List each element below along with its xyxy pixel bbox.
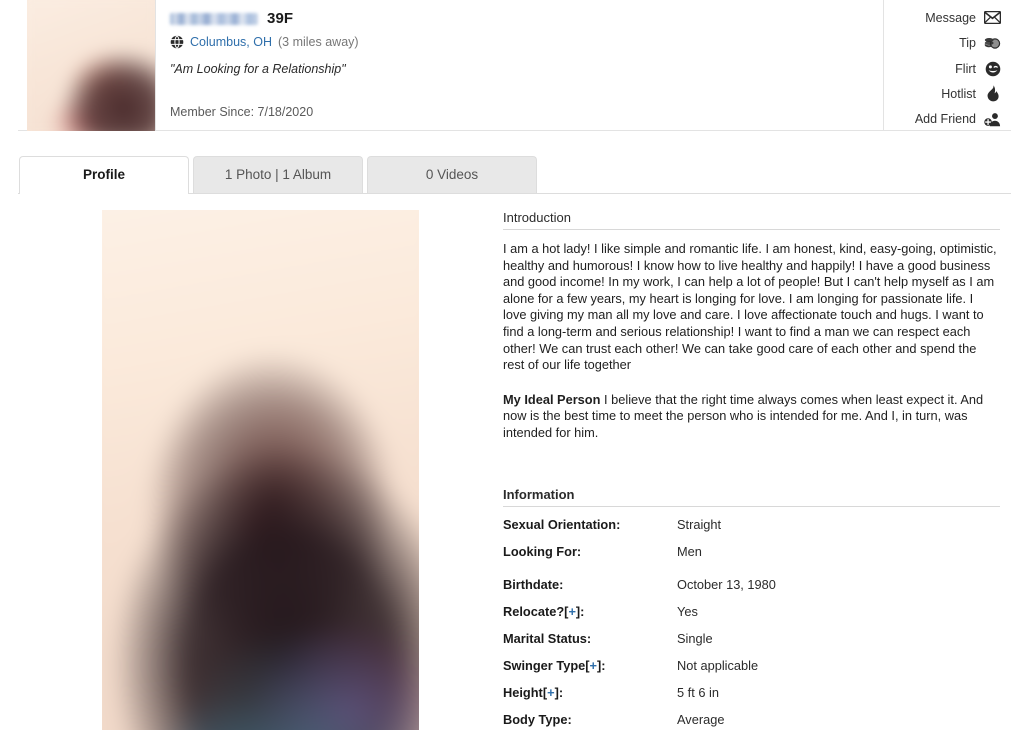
flame-icon[interactable] <box>984 85 1001 102</box>
info-key: Relocate?[+]: <box>503 604 677 619</box>
info-value: October 13, 1980 <box>677 576 776 592</box>
envelope-icon[interactable] <box>984 9 1001 26</box>
add-friend-label: Add Friend <box>914 112 976 127</box>
table-row: Sexual Orientation: Straight <box>503 517 1000 544</box>
information-heading: Information <box>503 487 1000 507</box>
info-value: Men <box>677 543 702 559</box>
message-button[interactable]: Message <box>884 6 1001 29</box>
table-row: Birthdate: October 13, 1980 <box>503 577 1000 604</box>
avatar-photo[interactable] <box>27 0 155 131</box>
add-friend-button[interactable]: Add Friend <box>884 108 1001 131</box>
main-profile-photo[interactable] <box>102 210 419 730</box>
info-key-text: Height <box>503 684 543 700</box>
table-row: Swinger Type[+]: Not applicable <box>503 658 1000 685</box>
member-since: Member Since: 7/18/2020 <box>170 105 314 119</box>
coins-icon[interactable] <box>984 35 1001 52</box>
information-table: Sexual Orientation: Straight Looking For… <box>503 517 1000 731</box>
profile-header: 39F Columbus, OH (3 miles away) "Am Look… <box>18 0 1011 131</box>
info-key: Looking For: <box>503 543 582 559</box>
info-key: Marital Status: <box>503 630 592 646</box>
header-info: 39F Columbus, OH (3 miles away) "Am Look… <box>155 0 883 131</box>
location-distance: (3 miles away) <box>277 35 359 49</box>
info-key: Height[+]: <box>503 685 677 700</box>
tab-photos[interactable]: 1 Photo | 1 Album <box>193 156 363 193</box>
ideal-person-block: My Ideal Person I believe that the right… <box>503 392 1000 442</box>
info-value: 5 ft 6 in <box>677 684 719 700</box>
info-key: Body Type: <box>503 711 572 727</box>
avatar[interactable] <box>27 0 155 131</box>
information-section: Information Sexual Orientation: Straight… <box>503 487 1000 731</box>
profile-tabs: Profile 1 Photo | 1 Album 0 Videos <box>18 156 1011 194</box>
expand-link[interactable]: [+]: <box>564 604 584 619</box>
info-key: Swinger Type[+]: <box>503 658 677 673</box>
info-value: Single <box>677 630 713 646</box>
profile-tagline: "Am Looking for a Relationship" <box>170 62 346 76</box>
photo-column <box>18 210 503 730</box>
table-row: Height[+]: 5 ft 6 in <box>503 685 1000 712</box>
username-redacted <box>170 12 258 25</box>
info-key-text: Relocate? <box>503 603 565 619</box>
info-key-text: Swinger Type <box>503 657 586 673</box>
table-row: Looking For: Men <box>503 544 1000 571</box>
table-row: Body Type: Average <box>503 712 1000 731</box>
expand-link[interactable]: [+]: <box>543 685 563 700</box>
tip-button[interactable]: Tip <box>884 31 1001 54</box>
info-value: Straight <box>677 516 722 532</box>
add-person-icon[interactable] <box>984 111 1001 128</box>
expand-link[interactable]: [+]: <box>585 658 605 673</box>
location-link[interactable]: Columbus, OH <box>190 35 272 49</box>
flirt-button[interactable]: Flirt <box>884 57 1001 80</box>
age-gender: 39F <box>267 10 294 27</box>
info-key: Birthdate: <box>503 576 564 592</box>
introduction-heading: Introduction <box>503 210 1000 230</box>
ideal-person-label: My Ideal Person <box>503 391 601 407</box>
message-label: Message <box>925 10 976 25</box>
profile-body: Introduction I am a hot lady! I like sim… <box>18 210 1011 731</box>
table-row: Marital Status: Single <box>503 631 1000 658</box>
wink-smiley-icon[interactable] <box>984 60 1001 77</box>
main-photo-image-blurred <box>102 210 419 730</box>
info-value: Average <box>677 711 725 727</box>
avatar-image-blurred <box>27 0 155 131</box>
flirt-label: Flirt <box>955 61 976 76</box>
hotlist-label: Hotlist <box>941 86 976 101</box>
table-row: Relocate?[+]: Yes <box>503 604 1000 631</box>
location-row: Columbus, OH (3 miles away) <box>170 35 883 49</box>
info-value: Yes <box>677 603 698 619</box>
info-column: Introduction I am a hot lady! I like sim… <box>503 210 1011 731</box>
introduction-text: I am a hot lady! I like simple and roman… <box>503 241 997 373</box>
hotlist-button[interactable]: Hotlist <box>884 82 1001 105</box>
action-list: Message Tip Flirt Hotlist Add Friend <box>883 0 1011 131</box>
info-key: Sexual Orientation: <box>503 516 621 532</box>
globe-icon <box>170 35 184 49</box>
tab-profile[interactable]: Profile <box>19 156 189 194</box>
tab-videos[interactable]: 0 Videos <box>367 156 537 193</box>
name-row: 39F <box>170 8 883 29</box>
tip-label: Tip <box>959 36 976 51</box>
info-value: Not applicable <box>677 657 759 673</box>
